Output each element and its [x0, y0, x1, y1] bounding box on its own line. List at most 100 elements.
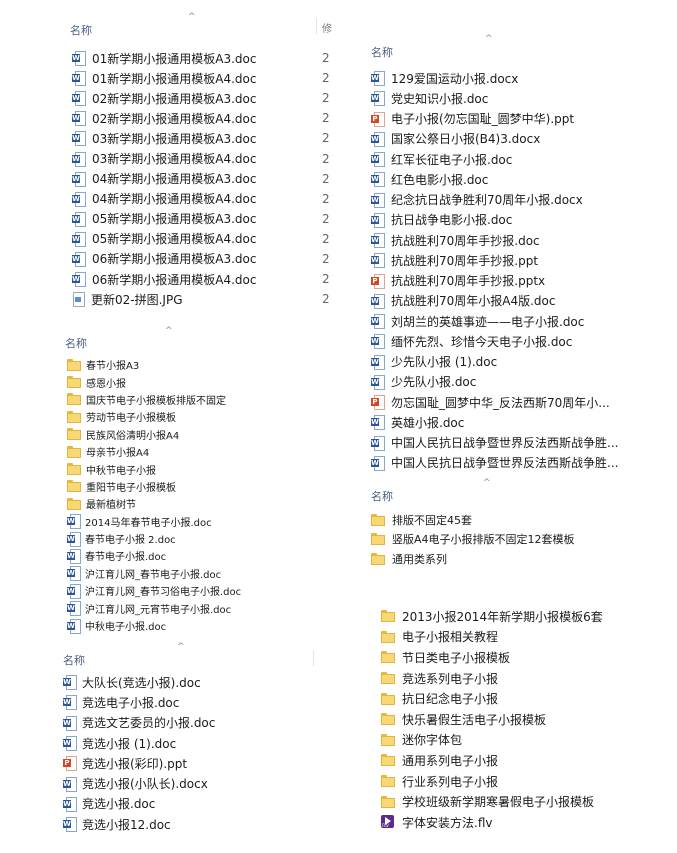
- folder-row[interactable]: 春节小报A3: [55, 356, 320, 373]
- date-column-header[interactable]: 修: [322, 20, 332, 35]
- file-name: 英雄小报.doc: [391, 415, 465, 430]
- folder-row[interactable]: 抗日纪念电子小报: [375, 688, 635, 709]
- folder-row[interactable]: 节日类电子小报模板: [375, 647, 635, 668]
- file-row[interactable]: W 英雄小报.doc: [355, 412, 625, 432]
- file-row[interactable]: W 中国人民抗日战争暨世界反法西斯战争胜...: [355, 453, 625, 473]
- column-divider[interactable]: [313, 650, 314, 666]
- file-row[interactable]: W 竞选文艺委员的小报.doc: [55, 713, 323, 733]
- name-column-header[interactable]: 名称: [65, 335, 87, 351]
- file-row[interactable]: W 少先队小报.doc: [355, 372, 625, 392]
- file-row[interactable]: W 刘胡兰的英雄事迹——电子小报.doc: [355, 311, 625, 331]
- folder-row[interactable]: 2013小报2014年新学期小报模板6套: [375, 606, 635, 627]
- file-row[interactable]: W 03新学期小报通用模板A4.doc 2: [60, 148, 335, 168]
- file-name: 沪江育儿网_春节电子小报.doc: [85, 569, 222, 581]
- file-row[interactable]: W 缅怀先烈、珍惜今天电子小报.doc: [355, 331, 625, 351]
- folder-row[interactable]: 民族风俗清明小报A4: [55, 426, 320, 443]
- file-row[interactable]: W 沪江育儿网_元宵节电子小报.doc: [55, 599, 320, 617]
- folder-icon: [371, 533, 385, 546]
- word-document-icon: W: [67, 548, 81, 564]
- file-row[interactable]: W 沪江育儿网_春节习俗电子小报.doc: [55, 582, 320, 599]
- file-name: 春节小报A3: [86, 361, 140, 373]
- folder-row[interactable]: 排版不固定45套: [355, 510, 625, 530]
- folder-row[interactable]: 迷你字体包: [375, 730, 635, 751]
- file-row[interactable]: W 2014马年春节电子小报.doc: [55, 513, 320, 530]
- folder-row[interactable]: 竞选系列电子小报: [375, 668, 635, 689]
- file-row[interactable]: W 06新学期小报通用模板A4.doc 2: [60, 269, 335, 289]
- column-divider[interactable]: [316, 18, 317, 34]
- file-list: W 01新学期小报通用模板A3.doc 2 W 01新学期小报通用模板A4.doc 2 W 0…: [60, 48, 335, 309]
- file-row[interactable]: W 竞选小报12.doc: [55, 814, 323, 834]
- file-row[interactable]: W 党史知识小报.doc: [355, 88, 625, 108]
- file-name: 01新学期小报通用模板A3.doc: [92, 51, 257, 66]
- file-row[interactable]: FLV 字体安装方法.flv: [375, 812, 635, 833]
- file-name: 国家公祭日小报(B4)3.docx: [391, 132, 541, 147]
- column-header[interactable]: 名称 ^: [355, 478, 625, 504]
- file-name: 抗战胜利70周年手抄报.ppt: [391, 253, 539, 268]
- folder-row[interactable]: 通用系列电子小报: [375, 750, 635, 771]
- file-row[interactable]: 更新02-拼图.JPG 2: [60, 289, 335, 309]
- file-row[interactable]: W 春节电子小报 2.doc: [55, 530, 320, 547]
- folder-row[interactable]: 最新植树节: [55, 495, 320, 512]
- file-row[interactable]: W 抗战胜利70周年小报A4版.doc: [355, 291, 625, 311]
- folder-row[interactable]: 电子小报相关教程: [375, 627, 635, 648]
- folder-row[interactable]: 行业系列电子小报: [375, 771, 635, 792]
- folder-row[interactable]: 快乐暑假生活电子小报模板: [375, 709, 635, 730]
- column-header[interactable]: 名称 ^: [55, 326, 320, 351]
- file-list-panel-festival: 名称 ^ 春节小报A3 感恩小报 国庆节电子小报模板排版不固定 劳动节电子小报模板 民族…: [55, 326, 320, 638]
- file-row[interactable]: W 抗战胜利70周年手抄报.doc: [355, 230, 625, 250]
- file-row[interactable]: W 国家公祭日小报(B4)3.docx: [355, 129, 625, 149]
- name-column-header[interactable]: 名称: [70, 22, 92, 38]
- folder-row[interactable]: 感恩小报: [55, 373, 320, 390]
- folder-row[interactable]: 竖版A4电子小报排版不固定12套模板: [355, 530, 625, 550]
- file-row[interactable]: W 纪念抗日战争胜利70周年小报.docx: [355, 190, 625, 210]
- folder-row[interactable]: 中秋节电子小报: [55, 460, 320, 477]
- column-header[interactable]: 名称 ^: [355, 34, 625, 62]
- file-row[interactable]: P 竞选小报(彩印).ppt: [55, 753, 323, 773]
- sort-ascending-icon: ^: [188, 12, 196, 22]
- file-row[interactable]: W 中国人民抗日战争暨世界反法西斯战争胜...: [355, 433, 625, 453]
- file-row[interactable]: W 04新学期小报通用模板A4.doc 2: [60, 189, 335, 209]
- file-row[interactable]: W 竞选小报.doc: [55, 794, 323, 814]
- name-column-header[interactable]: 名称: [63, 652, 85, 668]
- file-name: 字体安装方法.flv: [402, 815, 493, 830]
- file-row[interactable]: W 大队长(竞选小报).doc: [55, 672, 323, 692]
- folder-row[interactable]: 母亲节小报A4: [55, 443, 320, 460]
- file-row[interactable]: W 抗战胜利70周年手抄报.ppt: [355, 250, 625, 270]
- file-row[interactable]: W 红色电影小报.doc: [355, 169, 625, 189]
- file-row[interactable]: W 竞选小报(小队长).docx: [55, 773, 323, 793]
- file-row[interactable]: P 抗战胜利70周年手抄报.pptx: [355, 271, 625, 291]
- file-name: 06新学期小报通用模板A3.doc: [92, 252, 257, 267]
- file-row[interactable]: W 05新学期小报通用模板A4.doc 2: [60, 229, 335, 249]
- folder-icon: [381, 651, 395, 664]
- column-header[interactable]: 名称 ^: [55, 642, 323, 668]
- file-row[interactable]: W 06新学期小报通用模板A3.doc 2: [60, 249, 335, 269]
- file-row[interactable]: W 竞选电子小报.doc: [55, 692, 323, 712]
- name-column-header[interactable]: 名称: [371, 44, 393, 60]
- folder-row[interactable]: 通用类系列: [355, 549, 625, 569]
- file-row[interactable]: W 129爱国运动小报.docx: [355, 68, 625, 88]
- file-row[interactable]: W 红军长征电子小报.doc: [355, 149, 625, 169]
- folder-row[interactable]: 重阳节电子小报模板: [55, 478, 320, 495]
- file-row[interactable]: W 少先队小报 (1).doc: [355, 352, 625, 372]
- file-row[interactable]: W 03新学期小报通用模板A3.doc 2: [60, 128, 335, 148]
- folder-row[interactable]: 劳动节电子小报模板: [55, 408, 320, 425]
- name-column-header[interactable]: 名称: [371, 488, 393, 504]
- file-row[interactable]: W 抗日战争电影小报.doc: [355, 210, 625, 230]
- file-row[interactable]: W 01新学期小报通用模板A3.doc 2: [60, 48, 335, 68]
- file-row[interactable]: W 02新学期小报通用模板A4.doc 2: [60, 108, 335, 128]
- folder-row[interactable]: 学校班级新学期寒暑假电子小报模板: [375, 791, 635, 812]
- file-row[interactable]: P 电子小报(勿忘国耻_圆梦中华).ppt: [355, 109, 625, 129]
- column-header[interactable]: 名称 ^ 修: [60, 10, 335, 40]
- file-row[interactable]: W 05新学期小报通用模板A3.doc 2: [60, 209, 335, 229]
- word-document-icon: W: [371, 91, 385, 107]
- file-row[interactable]: P 勿忘国耻_圆梦中华_反法西斯70周年小...: [355, 392, 625, 412]
- file-row[interactable]: W 中秋电子小报.doc: [55, 617, 320, 634]
- file-row[interactable]: W 02新学期小报通用模板A3.doc 2: [60, 88, 335, 108]
- folder-row[interactable]: 国庆节电子小报模板排版不固定: [55, 391, 320, 408]
- file-row[interactable]: W 竞选小报 (1).doc: [55, 733, 323, 753]
- file-row[interactable]: W 沪江育儿网_春节电子小报.doc: [55, 565, 320, 582]
- word-document-icon: W: [371, 172, 385, 188]
- file-row[interactable]: W 01新学期小报通用模板A4.doc 2: [60, 68, 335, 88]
- file-row[interactable]: W 04新学期小报通用模板A3.doc 2: [60, 169, 335, 189]
- file-row[interactable]: W 春节电子小报.doc: [55, 547, 320, 564]
